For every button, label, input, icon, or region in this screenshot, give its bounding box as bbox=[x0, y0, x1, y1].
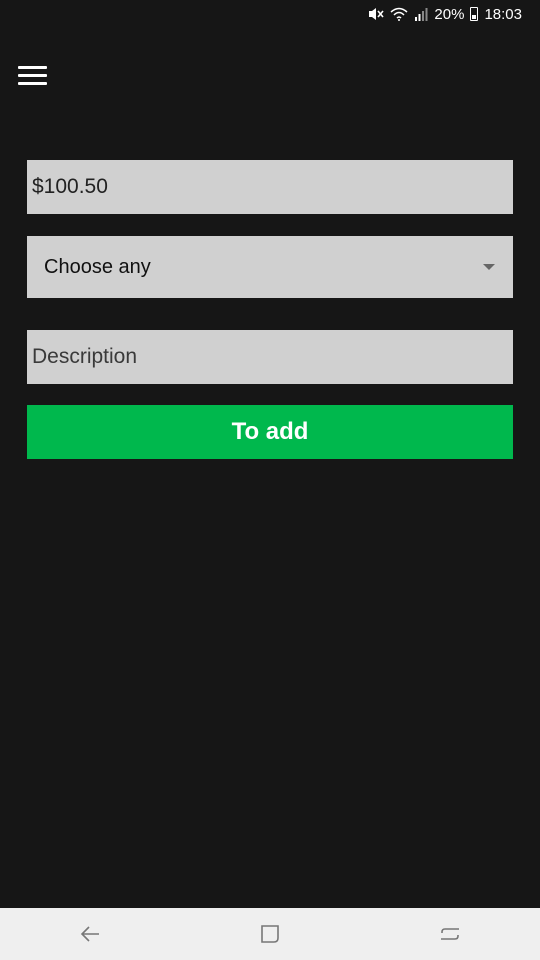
battery-percent: 20% bbox=[434, 5, 465, 23]
home-icon[interactable] bbox=[240, 914, 300, 954]
recents-icon[interactable] bbox=[420, 914, 480, 954]
amount-field[interactable] bbox=[27, 160, 513, 214]
battery-icon bbox=[470, 7, 479, 21]
description-field[interactable] bbox=[27, 330, 513, 384]
status-time: 18:03 bbox=[484, 5, 522, 23]
category-selected-value: Choose any bbox=[44, 255, 151, 278]
add-button[interactable]: To add bbox=[27, 405, 513, 459]
system-nav-bar bbox=[0, 908, 540, 960]
dropdown-caret-icon bbox=[483, 264, 495, 270]
back-icon[interactable] bbox=[60, 914, 120, 954]
menu-line bbox=[18, 66, 47, 69]
status-bar: 20% 18:03 bbox=[0, 0, 540, 28]
description-input[interactable] bbox=[27, 330, 513, 384]
signal-icon bbox=[414, 7, 428, 21]
category-select[interactable]: Choose any bbox=[27, 236, 513, 298]
mute-icon bbox=[368, 7, 385, 21]
menu-line bbox=[18, 82, 47, 85]
wifi-icon bbox=[390, 7, 408, 21]
menu-line bbox=[18, 74, 47, 77]
hamburger-menu-icon[interactable] bbox=[18, 64, 47, 88]
amount-input[interactable] bbox=[27, 160, 513, 214]
app-screen: 20% 18:03 Choose any To add bbox=[0, 0, 540, 960]
